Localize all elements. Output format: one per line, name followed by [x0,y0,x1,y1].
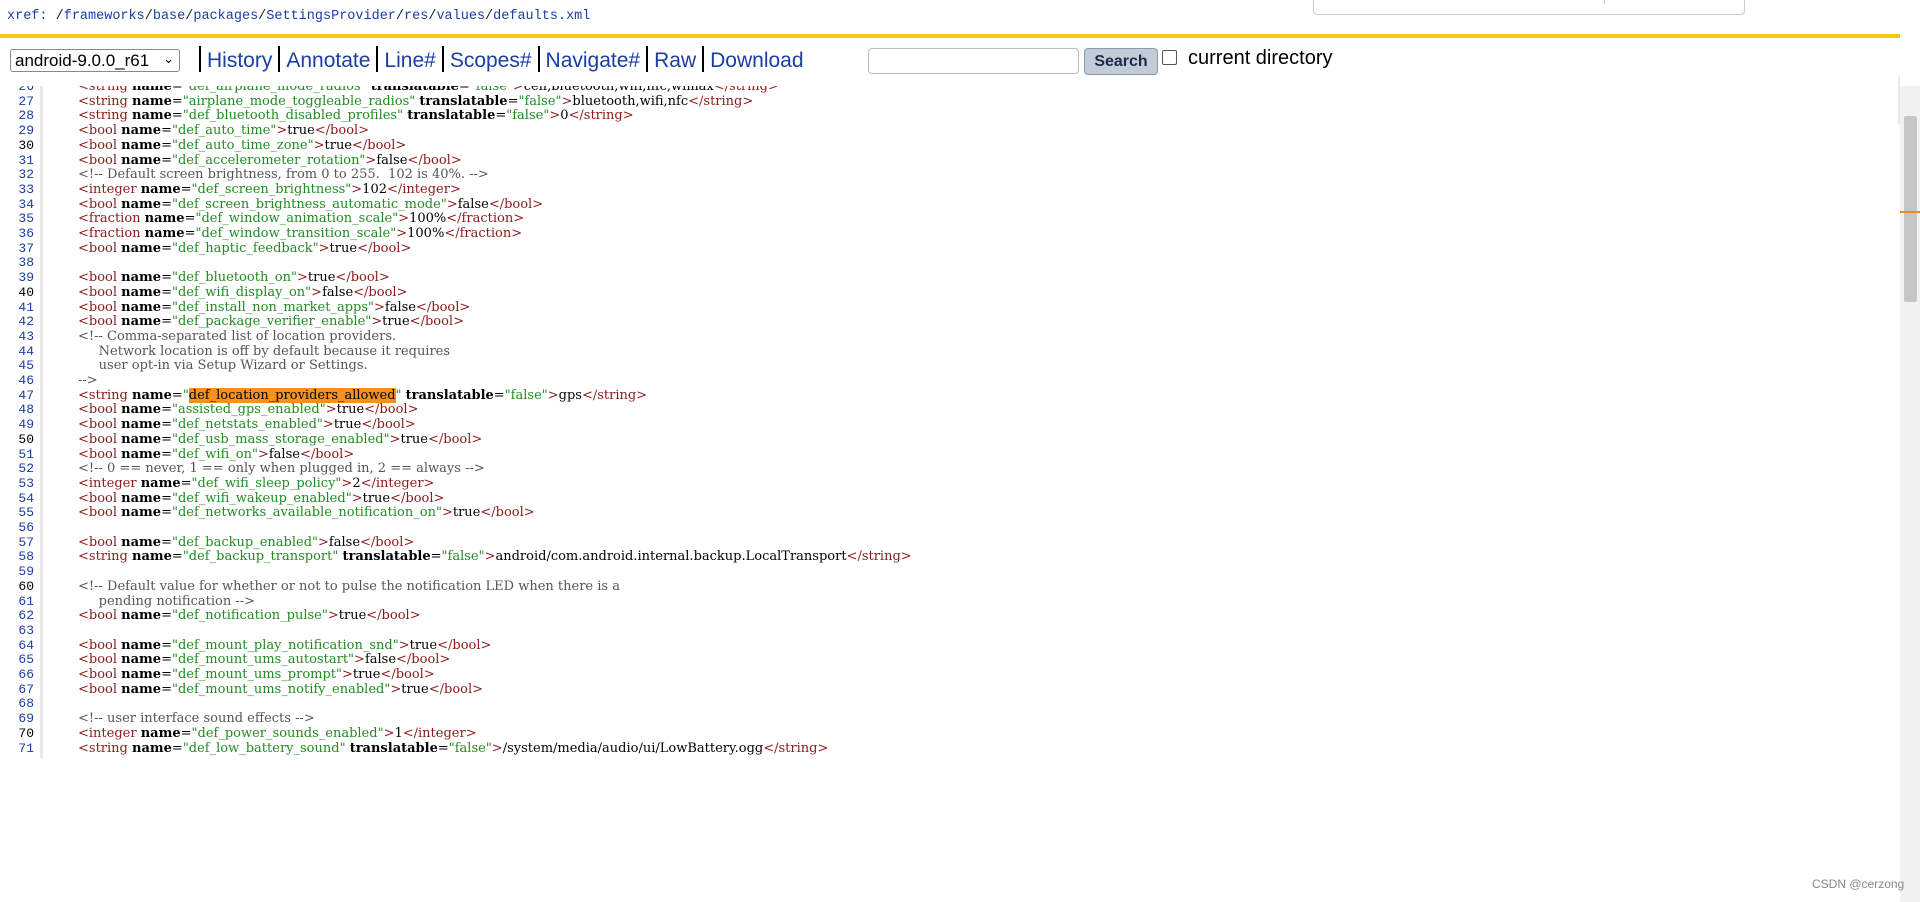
breadcrumb-link[interactable]: base [153,9,185,24]
scrollbar-thumb[interactable] [1904,116,1917,302]
breadcrumb: xref: /frameworks/base/packages/Settings… [7,9,591,24]
menu-links: History Annotate Line# Scopes# Navigate# Raw D… [193,46,804,73]
code-text: <string name="def_low_battery_sound" tra… [78,740,829,756]
watermark: CSDN @cerzong [1812,877,1905,891]
menu-separator [199,46,201,72]
menu-separator [646,46,649,72]
line-number-link[interactable]: 71 [0,740,34,758]
menu-separator [376,46,379,72]
menu-link-annotate[interactable]: Annotate [286,49,370,72]
breadcrumb-link[interactable]: SettingsProvider [266,9,396,24]
menu-link-history[interactable]: History [207,49,272,72]
version-select[interactable]: android-9.0.0_r61 ⌄ [10,49,180,72]
breadcrumb-bar: xref: /frameworks/base/packages/Settings… [0,0,1900,38]
breadcrumb-link[interactable]: res [404,9,428,24]
current-directory-checkbox[interactable] [1162,50,1177,65]
breadcrumb-xref-link[interactable]: xref: [7,9,48,24]
toolbar: android-9.0.0_r61 ⌄ History Annotate Line#… [0,38,1900,124]
search-input[interactable] [868,48,1079,74]
gutter [40,739,43,758]
menu-link-scopes[interactable]: Scopes# [450,49,532,72]
source-code-view: 26 <string name="def_airplane_mode_radios… [0,86,1900,902]
breadcrumb-link[interactable]: packages [193,9,258,24]
menu-separator [537,46,540,72]
menu-separator [702,46,705,72]
breadcrumb-link[interactable]: frameworks [64,9,145,24]
scrollbar-match-marker [1900,211,1920,213]
search-button[interactable]: Search [1084,48,1158,75]
dropdown-panel [1313,0,1745,15]
breadcrumb-link[interactable]: values [436,9,485,24]
menu-link-navigate[interactable]: Navigate# [546,49,641,72]
breadcrumb-link[interactable]: defaults.xml [493,9,590,24]
menu-link-raw[interactable]: Raw [654,49,696,72]
menu-separator [278,46,281,72]
chevron-down-icon: ⌄ [163,51,174,66]
version-select-value: android-9.0.0_r61 [15,51,150,70]
code-line: 71 <string name="def_low_battery_sound" t… [0,739,1900,758]
current-directory-label: current directory [1188,47,1333,69]
menu-link-download[interactable]: Download [710,49,803,72]
vertical-scrollbar[interactable] [1900,86,1920,902]
menu-separator [441,46,444,72]
panel-divider [1604,0,1605,4]
menu-link-line[interactable]: Line# [384,49,435,72]
